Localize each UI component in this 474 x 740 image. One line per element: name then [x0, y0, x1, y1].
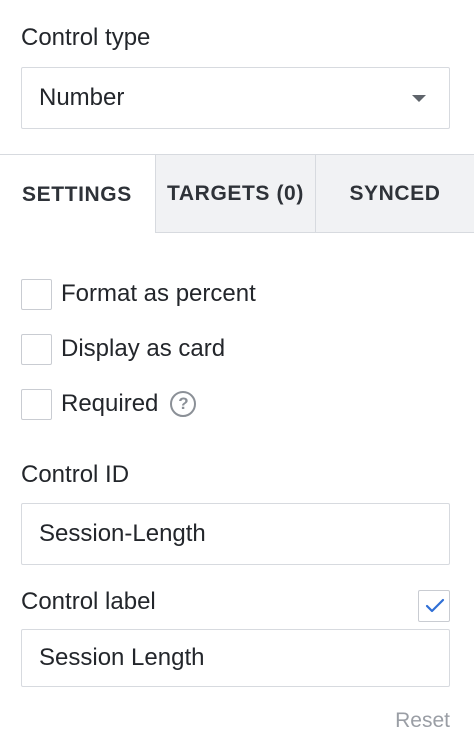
tab-bar: SETTINGS TARGETS (0) SYNCED	[0, 154, 474, 234]
control-label-input[interactable]	[21, 629, 450, 687]
required-checkbox[interactable]	[21, 388, 52, 420]
control-id-input[interactable]	[21, 503, 450, 565]
required-label: Required	[61, 390, 159, 417]
reset-link[interactable]: Reset	[395, 709, 450, 733]
chevron-down-icon	[412, 95, 426, 102]
display-card-checkbox[interactable]	[21, 333, 52, 365]
option-format-percent[interactable]: Format as percent	[21, 278, 256, 310]
tab-synced[interactable]: SYNCED	[315, 155, 474, 233]
option-required[interactable]: Required ?	[21, 388, 197, 420]
control-id-label: Control ID	[21, 461, 130, 488]
help-icon[interactable]: ?	[170, 391, 197, 417]
tab-settings[interactable]: SETTINGS	[0, 155, 155, 234]
format-percent-label: Format as percent	[61, 280, 256, 307]
control-type-label: Control type	[21, 24, 151, 51]
display-card-label: Display as card	[61, 335, 226, 362]
tab-targets[interactable]: TARGETS (0)	[155, 155, 315, 233]
checkmark-icon	[425, 598, 445, 613]
control-label-label: Control label	[21, 588, 156, 615]
control-type-value: Number	[39, 84, 125, 111]
format-percent-checkbox[interactable]	[21, 278, 52, 310]
control-label-checkbox[interactable]	[418, 590, 450, 622]
option-display-card[interactable]: Display as card	[21, 333, 225, 365]
control-type-select[interactable]: Number	[21, 67, 450, 129]
